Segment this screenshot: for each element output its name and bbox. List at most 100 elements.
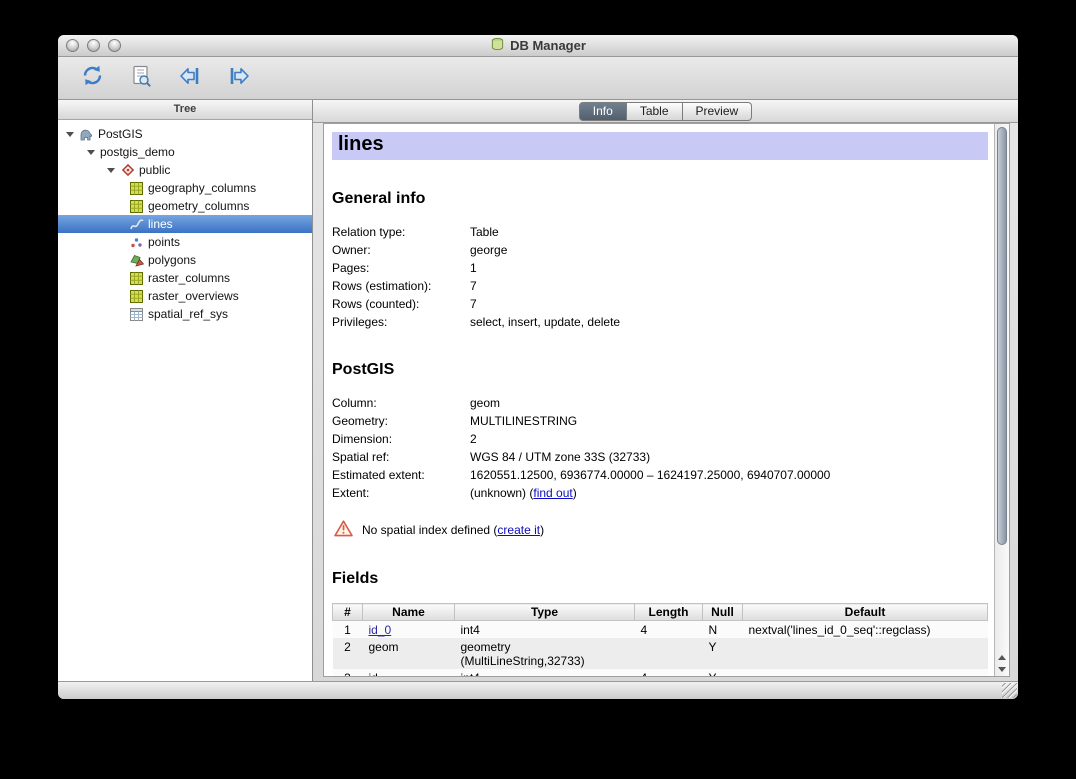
field-name: id_0: [363, 621, 455, 639]
field-type: int4: [455, 669, 635, 676]
zoom-button[interactable]: [108, 39, 121, 52]
info-row: Rows (estimation): 7: [332, 277, 988, 295]
col-header-length[interactable]: Length: [635, 604, 703, 621]
info-label: Privileges:: [332, 313, 470, 331]
info-label: Rows (estimation):: [332, 277, 470, 295]
export-layer-icon: [226, 64, 252, 93]
col-header-default[interactable]: Default: [743, 604, 988, 621]
fields-table: # Name Type Length Null Default 1: [332, 603, 988, 676]
detail-panel: Info Table Preview lines General info Re…: [313, 100, 1018, 681]
field-row[interactable]: 3 id int4 4 Y: [333, 669, 988, 676]
info-row: Pages: 1: [332, 259, 988, 277]
panel-splitter[interactable]: [311, 100, 316, 681]
info-row: Estimated extent: 1620551.12500, 6936774…: [332, 466, 988, 484]
disclosure-triangle[interactable]: [85, 147, 96, 158]
point-layer-icon: [129, 235, 144, 249]
minimize-button[interactable]: [87, 39, 100, 52]
field-row[interactable]: 2 geom geometry (MultiLineString,32733) …: [333, 638, 988, 669]
field-length: 4: [635, 621, 703, 639]
info-value: 7: [470, 295, 988, 313]
db-manager-window: DB Manager: [58, 35, 1018, 699]
scroll-up-button[interactable]: [995, 651, 1009, 663]
sql-window-button[interactable]: [123, 61, 159, 95]
info-row: Rows (counted): 7: [332, 295, 988, 313]
traffic-lights: [66, 39, 121, 52]
refresh-icon: [80, 63, 105, 93]
extent-value-text: (unknown) (: [470, 486, 533, 500]
fields-header-row: # Name Type Length Null Default: [333, 604, 988, 621]
field-default: [743, 669, 988, 676]
info-value: MULTILINESTRING: [470, 412, 988, 430]
tree-item-geography-columns[interactable]: geography_columns: [58, 179, 312, 197]
disclosure-triangle[interactable]: [64, 129, 75, 140]
tab-info[interactable]: Info: [579, 102, 627, 121]
field-num: 2: [333, 638, 363, 669]
warning-text-pre: No spatial index defined (: [362, 523, 497, 537]
tree-item-geometry-columns[interactable]: geometry_columns: [58, 197, 312, 215]
tab-bar: Info Table Preview: [313, 100, 1018, 123]
vertical-scrollbar[interactable]: [994, 124, 1009, 676]
tree-item-label: raster_columns: [148, 271, 230, 285]
tree-item-label: geography_columns: [148, 181, 256, 195]
window-title: DB Manager: [490, 37, 586, 55]
col-header-null[interactable]: Null: [703, 604, 743, 621]
field-name-link[interactable]: id_0: [369, 623, 392, 637]
info-label: Relation type:: [332, 223, 470, 241]
tree-item-raster-columns[interactable]: raster_columns: [58, 269, 312, 287]
info-value: geom: [470, 394, 988, 412]
col-header-num[interactable]: #: [333, 604, 363, 621]
tree-item-lines[interactable]: lines: [58, 215, 312, 233]
field-row[interactable]: 1 id_0 int4 4 N nextval('lines_id_0_seq'…: [333, 621, 988, 639]
tree-item-raster-overviews[interactable]: raster_overviews: [58, 287, 312, 305]
info-label: Geometry:: [332, 412, 470, 430]
disclosure-triangle[interactable]: [105, 165, 116, 176]
tree-item-postgis-demo[interactable]: postgis_demo: [58, 143, 312, 161]
tree-item-label: PostGIS: [98, 127, 143, 141]
info-content: lines General info Relation type: Table …: [324, 124, 994, 676]
field-name: id: [363, 669, 455, 676]
resize-grip[interactable]: [1002, 683, 1017, 698]
info-value: 2: [470, 430, 988, 448]
info-row: Column: geom: [332, 394, 988, 412]
field-num: 1: [333, 621, 363, 639]
info-row: Privileges: select, insert, update, dele…: [332, 313, 988, 331]
info-value: Table: [470, 223, 988, 241]
tree-item-label: lines: [148, 217, 173, 231]
info-row: Relation type: Table: [332, 223, 988, 241]
field-length: [635, 638, 703, 669]
scrollbar-thumb[interactable]: [997, 127, 1007, 545]
plain-table-icon: [129, 307, 144, 321]
close-button[interactable]: [66, 39, 79, 52]
tab-preview[interactable]: Preview: [683, 102, 753, 121]
find-out-link[interactable]: find out: [533, 486, 572, 500]
tree-item-public[interactable]: public: [58, 161, 312, 179]
info-row: Dimension: 2: [332, 430, 988, 448]
col-header-type[interactable]: Type: [455, 604, 635, 621]
export-layer-button[interactable]: [221, 61, 257, 95]
db-tree: PostGIS postgis_demo public: [58, 120, 312, 681]
info-label: Estimated extent:: [332, 466, 470, 484]
warning-icon: [334, 520, 353, 540]
line-layer-icon: [129, 217, 144, 231]
create-index-link[interactable]: create it: [497, 523, 540, 537]
tree-item-postgis[interactable]: PostGIS: [58, 125, 312, 143]
titlebar[interactable]: DB Manager: [58, 35, 1018, 57]
refresh-button[interactable]: [74, 61, 110, 95]
window-title-text: DB Manager: [510, 38, 586, 53]
warning-text-post: ): [540, 523, 544, 537]
scroll-down-button[interactable]: [995, 663, 1009, 675]
tree-item-spatial-ref-sys[interactable]: spatial_ref_sys: [58, 305, 312, 323]
info-row-extent: Extent: (unknown) (find out): [332, 484, 988, 502]
tree-item-label: geometry_columns: [148, 199, 249, 213]
import-layer-button[interactable]: [172, 61, 208, 95]
tab-table[interactable]: Table: [627, 102, 683, 121]
info-row: Spatial ref: WGS 84 / UTM zone 33S (3273…: [332, 448, 988, 466]
toolbar: [58, 57, 1018, 100]
tree-item-polygons[interactable]: polygons: [58, 251, 312, 269]
page-title: lines: [332, 132, 988, 160]
postgis-heading: PostGIS: [332, 361, 988, 379]
table-layer-icon: [129, 289, 144, 303]
sql-window-icon: [129, 64, 153, 93]
col-header-name[interactable]: Name: [363, 604, 455, 621]
tree-item-points[interactable]: points: [58, 233, 312, 251]
